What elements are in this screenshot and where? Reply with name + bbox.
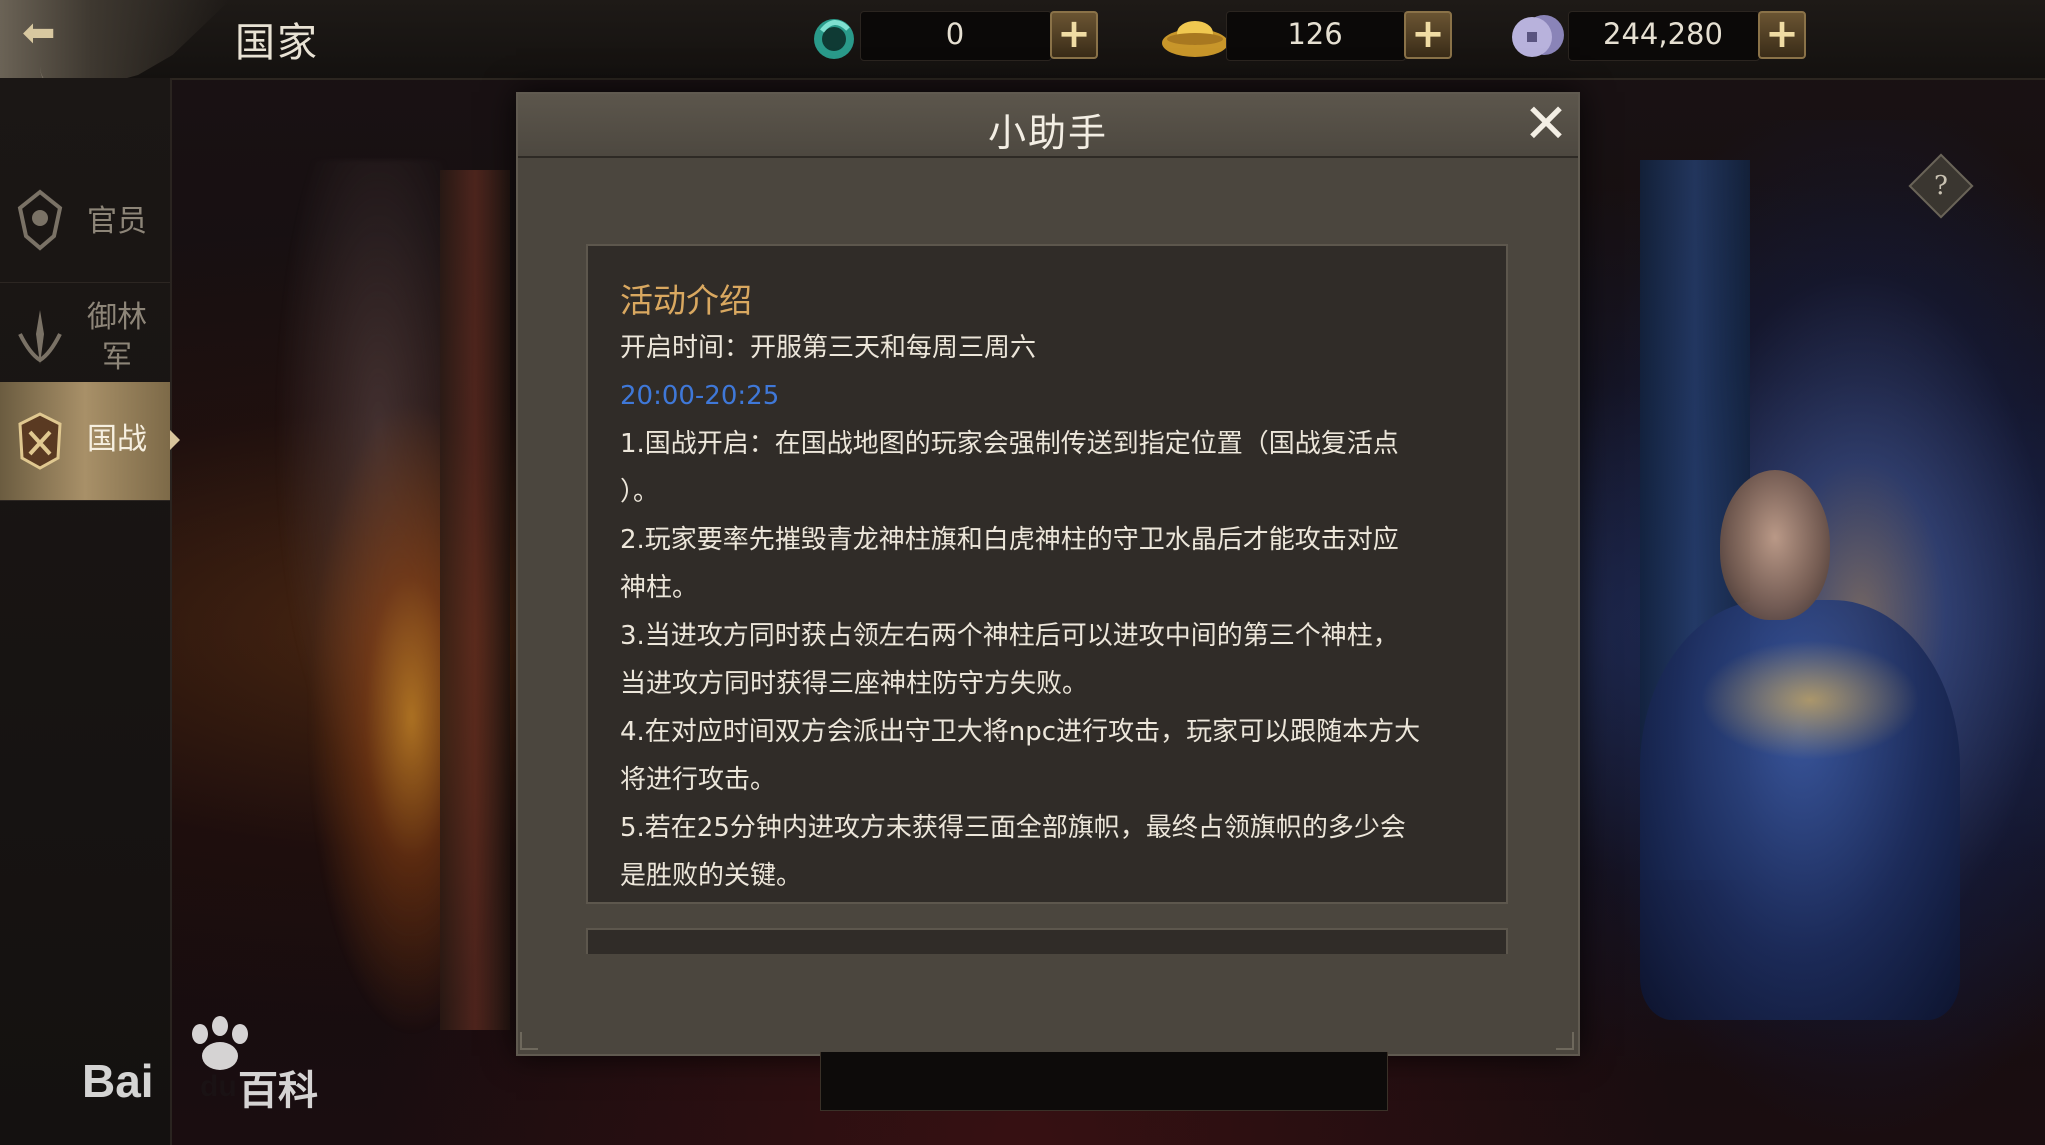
rule-line: 当进攻方同时获得三座神柱防守方失败。 <box>620 669 1089 699</box>
rule-line: 神柱。 <box>620 573 699 603</box>
currency-silver-value: 244,280 <box>1603 17 1723 51</box>
watermark-text-right: 百科 <box>238 1069 318 1113</box>
watermark-text-left: Bai <box>82 1055 154 1107</box>
silver-coin-icon <box>1512 15 1564 57</box>
top-bar: ⬅ 国家 0 + 126 + 244,280 + <box>0 0 2045 100</box>
national-war-icon <box>18 412 62 470</box>
currency-silver-coin: 244,280 + <box>1508 11 1806 61</box>
open-time-text: 开启时间：开服第三天和每周三周六 <box>620 333 1037 363</box>
active-pointer-icon <box>170 430 180 450</box>
time-range-text: 20:00-20:25 <box>620 381 780 411</box>
page-title: 国家 <box>235 20 319 66</box>
add-jade-button[interactable]: + <box>1050 11 1098 59</box>
dialog-header: 小助手 ✕ <box>518 94 1578 158</box>
jade-coin-icon <box>814 19 854 59</box>
emperor-face-art <box>1720 470 1830 620</box>
sidebar-item-label-line1: 御林 <box>87 300 147 335</box>
corner-ornament-icon <box>520 1032 538 1050</box>
sidebar-item-label: 官员 <box>87 204 147 239</box>
rule-line: 4.在对应时间双方会派出守卫大将npc进行攻击，玩家可以跟随本方大 <box>620 717 1421 747</box>
assistant-dialog: 小助手 ✕ 活动介绍 开启时间：开服第三天和每周三周六 20:00-20:25 … <box>516 92 1580 1056</box>
sidebar-item-label: 国战 <box>87 422 147 457</box>
watermark-text-mid: du <box>200 1070 237 1103</box>
rule-line: 是胜败的关键。 <box>620 861 803 891</box>
gold-ingot-icon <box>1162 21 1228 57</box>
official-badge-icon <box>17 189 63 251</box>
sidebar-item-label-line2: 军 <box>102 340 132 375</box>
currency-gold-value: 126 <box>1287 17 1343 51</box>
sidebar-item-national-war[interactable]: 国战 <box>0 382 170 501</box>
bottom-panel <box>820 1052 1388 1111</box>
activity-info-panel[interactable]: 活动介绍 开启时间：开服第三天和每周三周六 20:00-20:25 1.国战开启… <box>586 244 1508 904</box>
sidebar: 官员 御林 军 国战 <box>0 78 180 1145</box>
imperial-guard-icon <box>18 310 62 364</box>
baidu-baike-watermark: Bai du 百科 <box>82 1016 322 1116</box>
section-title: 活动介绍 <box>620 281 752 320</box>
emperor-gold-trim-art <box>1700 640 1920 760</box>
rule-line: 2.玩家要率先摧毁青龙神柱旗和白虎神柱的守卫水晶后才能攻击对应 <box>620 525 1399 555</box>
left-banner-art <box>440 170 510 1030</box>
corner-ornament-icon <box>1556 1032 1574 1050</box>
currency-jade: 0 + <box>808 11 1098 61</box>
currency-gold-ingot: 126 + <box>1160 11 1452 61</box>
add-silver-button[interactable]: + <box>1758 11 1806 59</box>
rule-line: 1.国战开启：在国战地图的玩家会强制传送到指定位置（国战复活点 <box>620 429 1399 459</box>
close-button[interactable]: ✕ <box>1520 97 1572 151</box>
activity-description: 开启时间：开服第三天和每周三周六 20:00-20:25 1.国战开启：在国战地… <box>620 324 1500 900</box>
dialog-title: 小助手 <box>987 111 1108 155</box>
rule-line: 5.若在25分钟内进攻方未获得三面全部旗帜，最终占领旗帜的多少会 <box>620 813 1406 843</box>
left-dragon-throne-art <box>230 160 560 1060</box>
rule-line: ）。 <box>620 477 660 507</box>
rule-line: 3.当进攻方同时获占领左右两个神柱后可以进攻中间的第三个神柱， <box>620 621 1399 651</box>
currency-jade-value: 0 <box>945 17 965 51</box>
add-gold-button[interactable]: + <box>1404 11 1452 59</box>
rule-line: 将进行攻击。 <box>620 765 777 795</box>
secondary-panel-edge <box>586 928 1508 954</box>
sidebar-item-officials[interactable]: 官员 <box>0 164 170 283</box>
question-icon: ? <box>1934 171 1948 201</box>
